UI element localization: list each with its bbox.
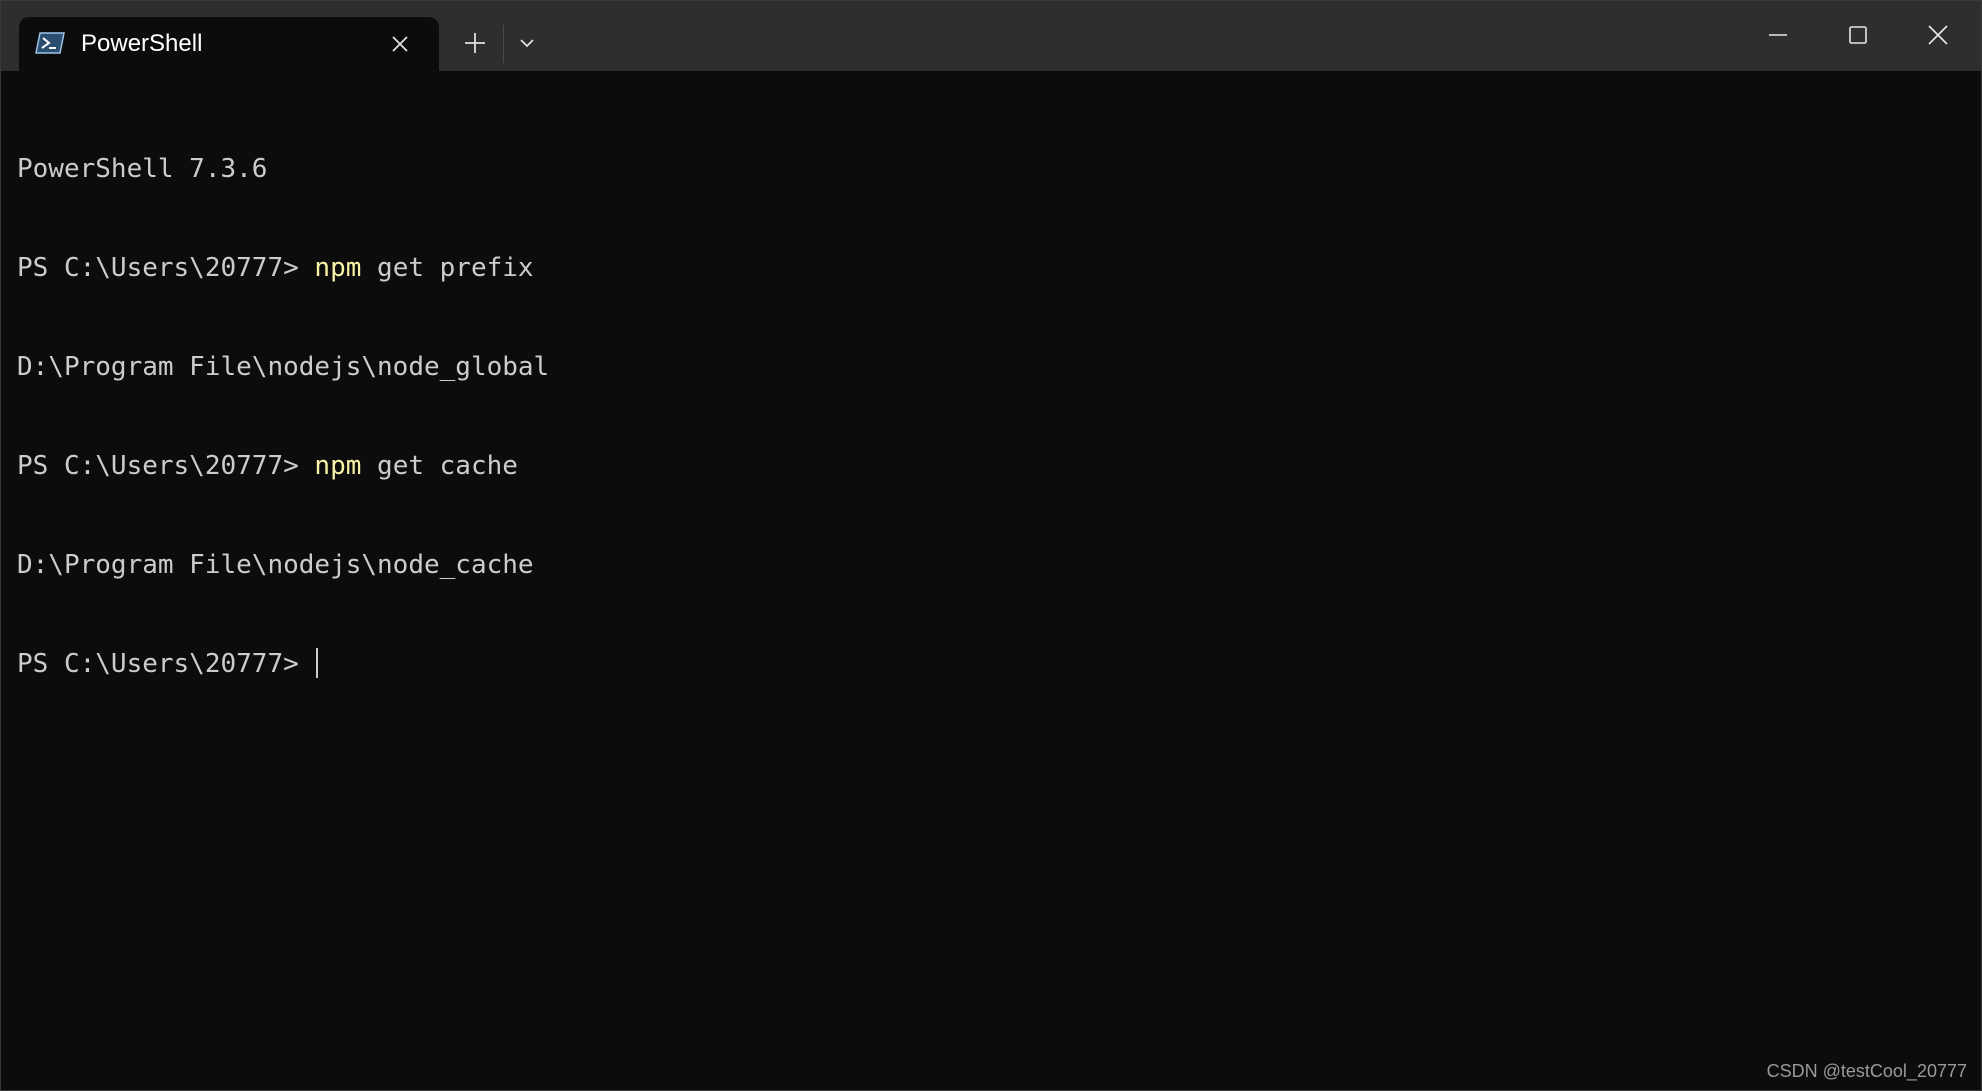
command-args: get prefix bbox=[361, 253, 534, 283]
close-icon bbox=[392, 36, 408, 52]
command-name: npm bbox=[314, 451, 362, 481]
prompt-text: PS C:\Users\20777> bbox=[17, 451, 315, 481]
tab-close-button[interactable] bbox=[385, 29, 415, 59]
prompt-text: PS C:\Users\20777> bbox=[17, 253, 315, 283]
command-args: get cache bbox=[361, 451, 518, 481]
new-tab-button[interactable] bbox=[457, 25, 493, 61]
maximize-button[interactable] bbox=[1818, 1, 1898, 69]
maximize-icon bbox=[1849, 26, 1867, 44]
tab-divider bbox=[503, 25, 504, 63]
tab-powershell[interactable]: PowerShell bbox=[19, 17, 439, 71]
text-cursor bbox=[316, 648, 319, 678]
title-bar[interactable]: PowerShell bbox=[1, 1, 1981, 71]
terminal-line-prompt: PS C:\Users\20777> npm get prefix bbox=[17, 252, 1965, 285]
prompt-text: PS C:\Users\20777> bbox=[17, 649, 315, 679]
terminal-line-output: D:\Program File\nodejs\node_cache bbox=[17, 550, 534, 580]
minimize-button[interactable] bbox=[1738, 1, 1818, 69]
close-window-button[interactable] bbox=[1898, 1, 1978, 69]
profile-dropdown-button[interactable] bbox=[511, 27, 543, 59]
close-icon bbox=[1928, 25, 1948, 45]
terminal-banner: PowerShell 7.3.6 bbox=[17, 154, 268, 184]
terminal-window: PowerShell PowerShell 7.3.6 PS C:\Users\… bbox=[0, 0, 1982, 1091]
terminal-line-output: D:\Program File\nodejs\node_global bbox=[17, 352, 550, 382]
tab-title: PowerShell bbox=[81, 30, 203, 57]
plus-icon bbox=[465, 33, 485, 53]
terminal-line-prompt-active[interactable]: PS C:\Users\20777> bbox=[17, 648, 1965, 681]
powershell-icon bbox=[35, 31, 65, 55]
terminal-output[interactable]: PowerShell 7.3.6 PS C:\Users\20777> npm … bbox=[17, 87, 1965, 1090]
command-name: npm bbox=[314, 253, 362, 283]
chevron-down-icon bbox=[520, 39, 534, 48]
watermark: CSDN @testCool_20777 bbox=[1766, 1061, 1967, 1081]
minimize-icon bbox=[1769, 34, 1787, 36]
terminal-line-prompt: PS C:\Users\20777> npm get cache bbox=[17, 450, 1965, 483]
